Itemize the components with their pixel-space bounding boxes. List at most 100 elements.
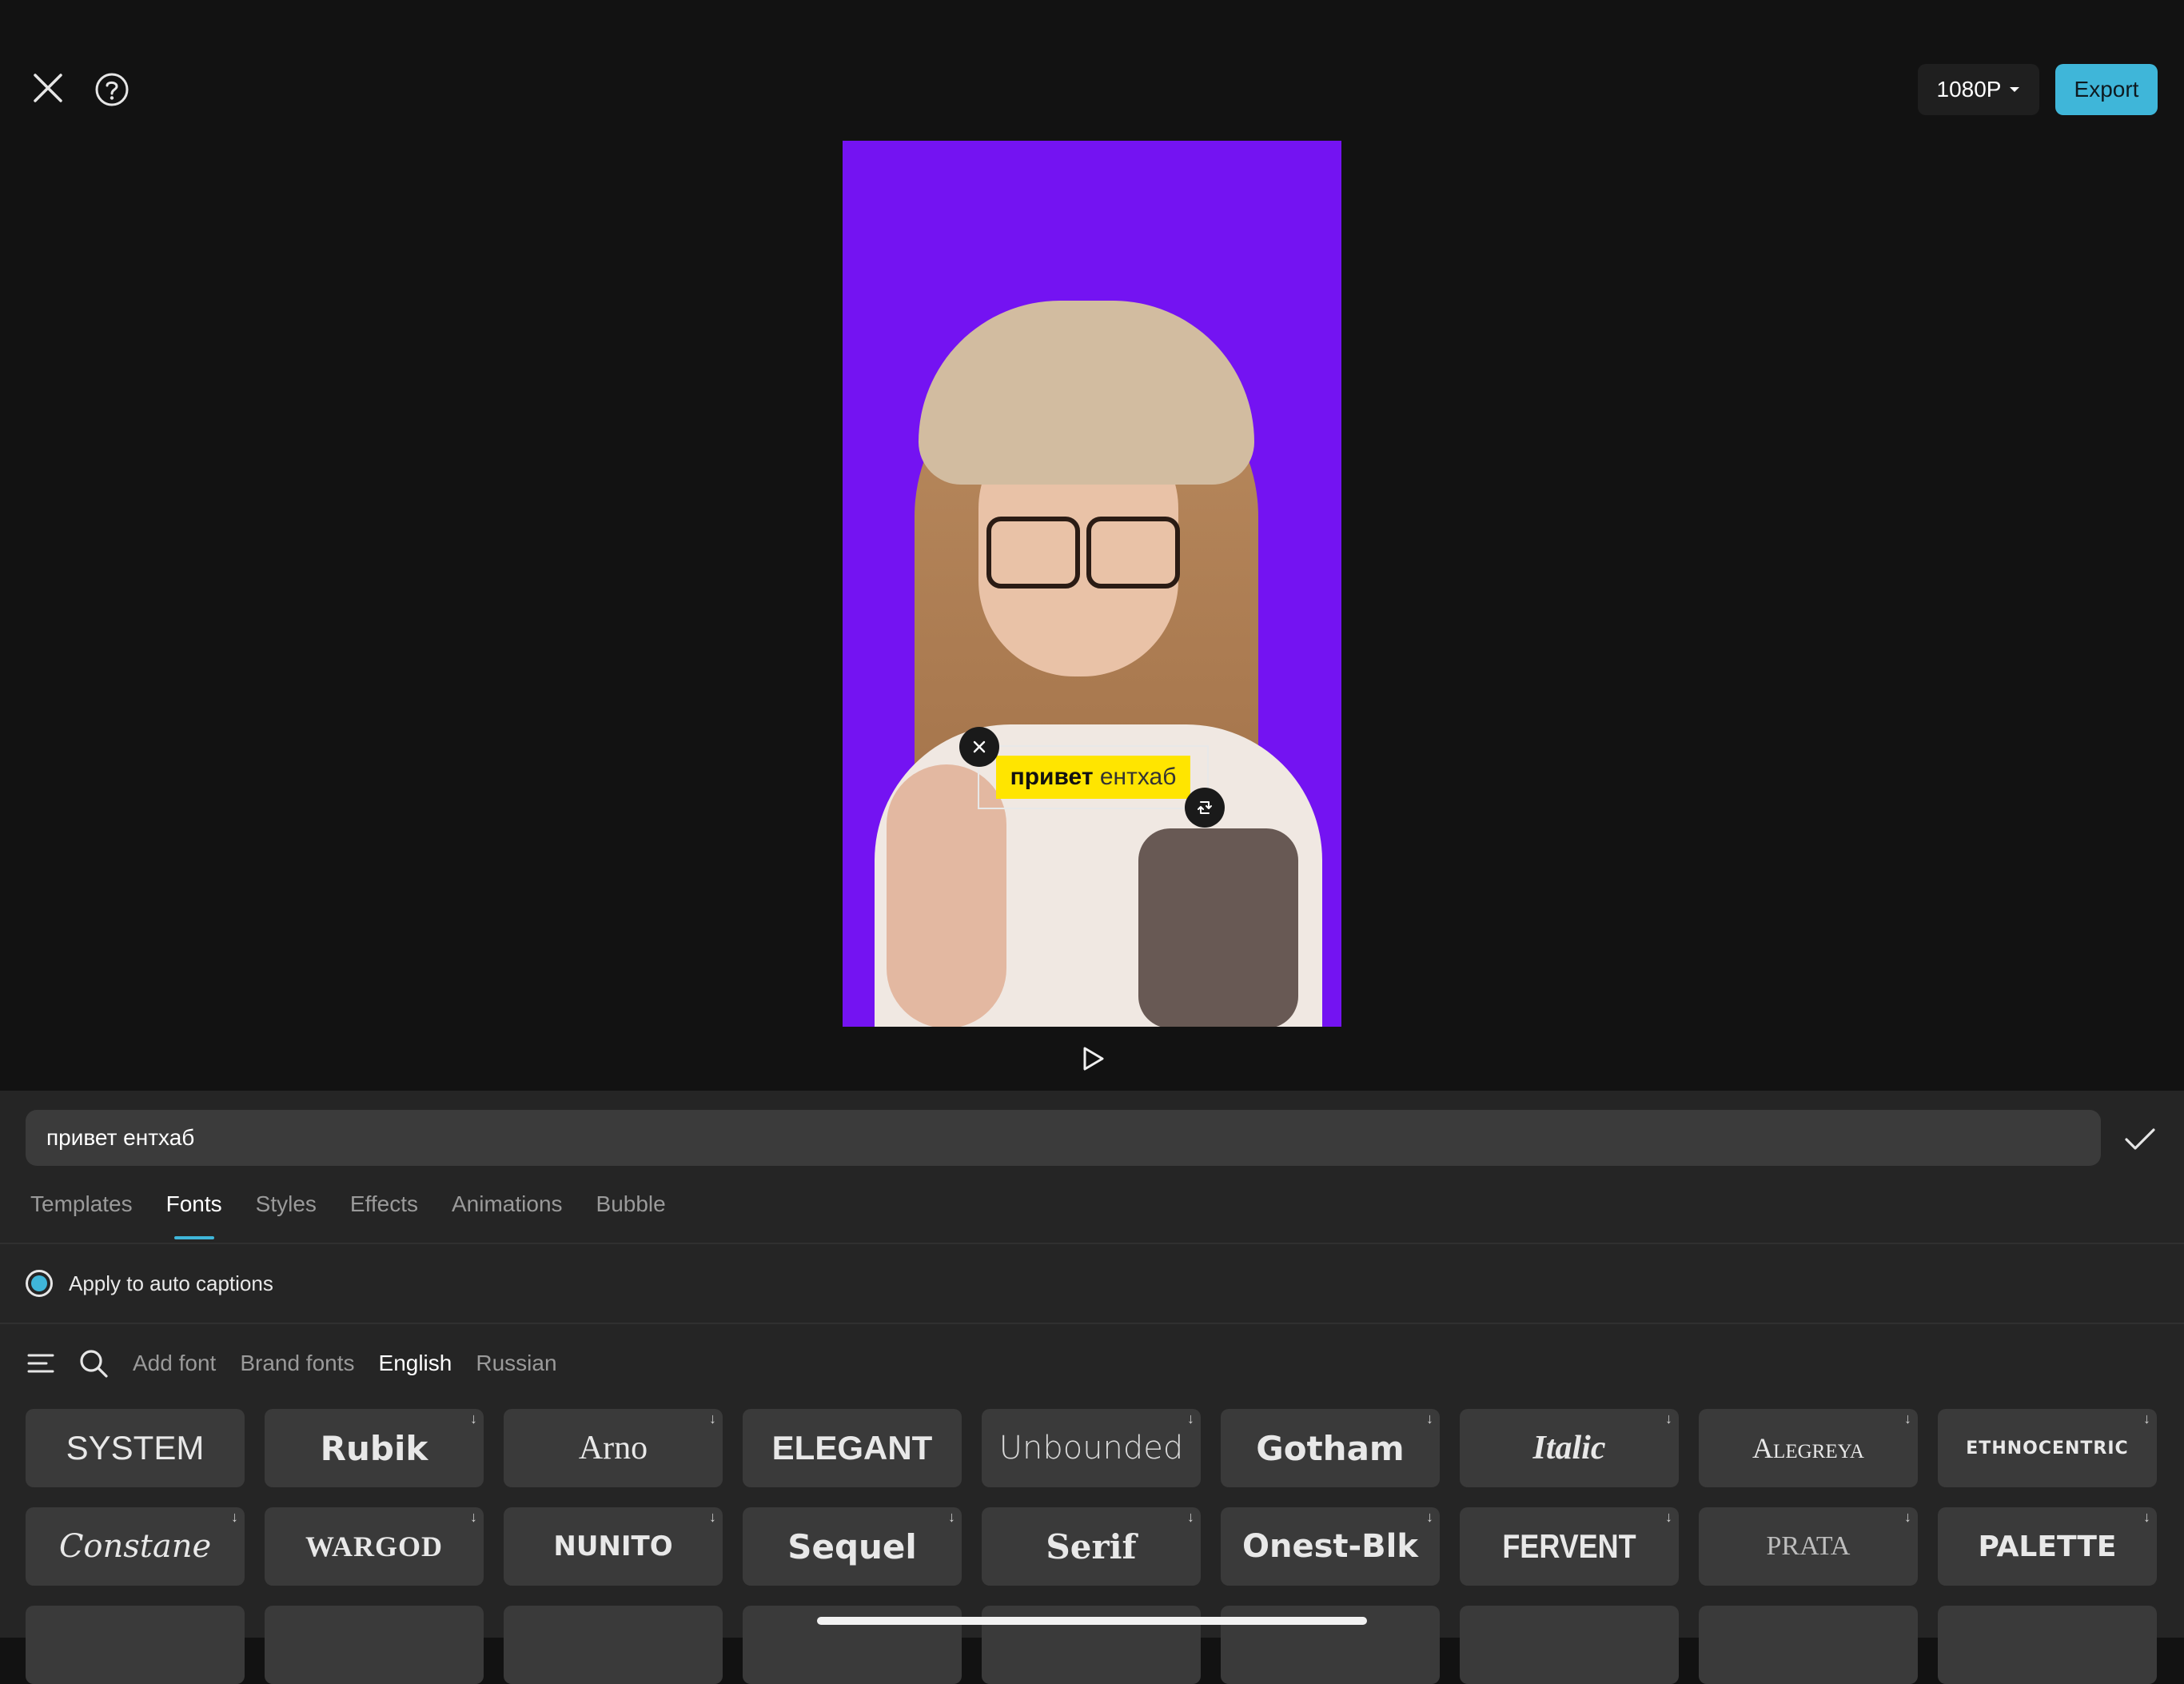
caption-text: привет ентхаб: [995, 756, 1191, 799]
font-name: NUNITO: [553, 1530, 673, 1562]
font-tile-partial[interactable]: [1699, 1606, 1918, 1684]
play-icon: [1083, 1047, 1104, 1071]
font-tile-arno[interactable]: ↓ Arno: [504, 1409, 723, 1487]
export-button[interactable]: Export: [2055, 64, 2158, 115]
font-tile-partial[interactable]: [26, 1606, 245, 1684]
font-tile-onest-blk[interactable]: ↓ Onest-Blk: [1221, 1507, 1440, 1586]
add-font-link[interactable]: Add font: [133, 1351, 216, 1376]
resolution-dropdown[interactable]: 1080P: [1918, 64, 2039, 115]
font-tile-fervent[interactable]: ↓ FERVENT: [1460, 1507, 1679, 1586]
font-name: Rubik: [320, 1428, 428, 1468]
font-tile-partial[interactable]: [1938, 1606, 2157, 1684]
divider: [0, 1243, 2184, 1244]
font-name: WARGOD: [305, 1530, 443, 1562]
download-icon: ↓: [1904, 1411, 1911, 1427]
help-button[interactable]: [88, 66, 136, 114]
tab-templates[interactable]: Templates: [30, 1191, 133, 1239]
font-tile-gotham[interactable]: ↓ Gotham: [1221, 1409, 1440, 1487]
font-tile-sequel[interactable]: ↓ Sequel: [743, 1507, 962, 1586]
font-tile-wargod[interactable]: ↓ WARGOD: [265, 1507, 484, 1586]
font-tile-nunito[interactable]: ↓ NUNITO: [504, 1507, 723, 1586]
download-icon: ↓: [2143, 1411, 2150, 1427]
download-icon: ↓: [2143, 1509, 2150, 1525]
font-tile-elegant[interactable]: ELEGANT: [743, 1409, 962, 1487]
font-tile-unbounded[interactable]: ↓ Unbounded: [982, 1409, 1201, 1487]
glasses-left: [986, 517, 1080, 589]
font-tile-partial[interactable]: [504, 1606, 723, 1684]
caret-down-icon: [2010, 87, 2020, 92]
search-icon: [80, 1350, 108, 1378]
font-name: Constane: [58, 1528, 212, 1565]
caption-selection-box[interactable]: привет ентхаб: [978, 745, 1209, 809]
tab-effects[interactable]: Effects: [350, 1191, 418, 1239]
video-preview[interactable]: [843, 141, 1341, 1027]
font-name: Onest-Blk: [1242, 1528, 1418, 1565]
download-icon: ↓: [470, 1411, 477, 1427]
person-hat: [919, 301, 1254, 485]
font-name: Gotham: [1256, 1428, 1405, 1468]
tab-bubble[interactable]: Bubble: [596, 1191, 666, 1239]
search-button[interactable]: [78, 1348, 109, 1379]
font-tile-prata[interactable]: ↓ PRATA: [1699, 1507, 1918, 1586]
font-tile-rubik[interactable]: ↓ Rubik: [265, 1409, 484, 1487]
font-tile-system[interactable]: SYSTEM: [26, 1409, 245, 1487]
font-name: ETHNOCENTRIC: [1966, 1438, 2129, 1459]
download-icon: ↓: [1426, 1509, 1433, 1525]
download-icon: ↓: [1187, 1509, 1194, 1525]
apply-captions-row: Apply to auto captions: [26, 1267, 273, 1299]
font-name: Alegreya: [1752, 1432, 1864, 1464]
caption-remove-button[interactable]: [959, 727, 999, 767]
font-name: Serif: [1046, 1526, 1137, 1566]
apply-captions-radio[interactable]: [26, 1270, 53, 1297]
close-icon: [34, 74, 62, 102]
font-filter-row: Add font Brand fonts English Russian: [27, 1343, 557, 1383]
editor-tabs: Templates Fonts Styles Effects Animation…: [30, 1191, 666, 1239]
divider: [0, 1323, 2184, 1324]
tab-animations[interactable]: Animations: [452, 1191, 563, 1239]
font-tile-palette[interactable]: ↓ PALETTE: [1938, 1507, 2157, 1586]
caption-text-input[interactable]: [26, 1110, 2101, 1166]
tab-styles[interactable]: Styles: [256, 1191, 317, 1239]
download-icon: ↓: [709, 1509, 716, 1525]
font-tile-constane[interactable]: ↓ Constane: [26, 1507, 245, 1586]
font-name: SYSTEM: [66, 1429, 205, 1467]
font-tile-partial[interactable]: [1460, 1606, 1679, 1684]
font-name: Arno: [578, 1430, 648, 1467]
help-icon: [95, 73, 129, 106]
caption-rotate-handle[interactable]: [1185, 788, 1225, 828]
download-icon: ↓: [231, 1509, 238, 1525]
brand-fonts-filter[interactable]: Brand fonts: [240, 1351, 354, 1376]
font-tile-partial[interactable]: [265, 1606, 484, 1684]
font-name: PALETTE: [1978, 1530, 2117, 1563]
download-icon: ↓: [1665, 1411, 1672, 1427]
font-name: ELEGANT: [771, 1429, 933, 1467]
font-name: Unbounded: [998, 1430, 1184, 1467]
confirm-button[interactable]: [2120, 1119, 2160, 1159]
font-tile-alegreya[interactable]: ↓ Alegreya: [1699, 1409, 1918, 1487]
font-name: FERVENT: [1502, 1526, 1636, 1565]
menu-icon: [27, 1354, 54, 1373]
font-tile-italic[interactable]: ↓ Italic: [1460, 1409, 1679, 1487]
font-tile-ethnocentric[interactable]: ↓ ETHNOCENTRIC: [1938, 1409, 2157, 1487]
close-icon: [973, 740, 986, 753]
download-icon: ↓: [1426, 1411, 1433, 1427]
shirt-print: [1138, 828, 1298, 1027]
close-button[interactable]: [26, 66, 70, 110]
caption-primary: привет: [1010, 764, 1094, 790]
check-icon: [2125, 1128, 2155, 1150]
glasses-right: [1086, 517, 1180, 589]
play-button[interactable]: [1079, 1044, 1108, 1073]
caption-secondary: ентхаб: [1099, 764, 1177, 790]
resolution-label: 1080P: [1936, 77, 2002, 102]
menu-button[interactable]: [27, 1352, 54, 1375]
font-tile-serif[interactable]: ↓ Serif: [982, 1507, 1201, 1586]
export-label: Export: [2074, 77, 2139, 102]
rotate-icon: [1198, 801, 1212, 814]
russian-filter[interactable]: Russian: [476, 1351, 556, 1376]
tab-fonts[interactable]: Fonts: [166, 1191, 222, 1239]
font-name: PRATA: [1766, 1531, 1851, 1561]
download-icon: ↓: [948, 1509, 955, 1525]
font-name: Sequel: [787, 1526, 917, 1566]
english-filter[interactable]: English: [379, 1351, 452, 1376]
apply-captions-label: Apply to auto captions: [69, 1271, 273, 1295]
